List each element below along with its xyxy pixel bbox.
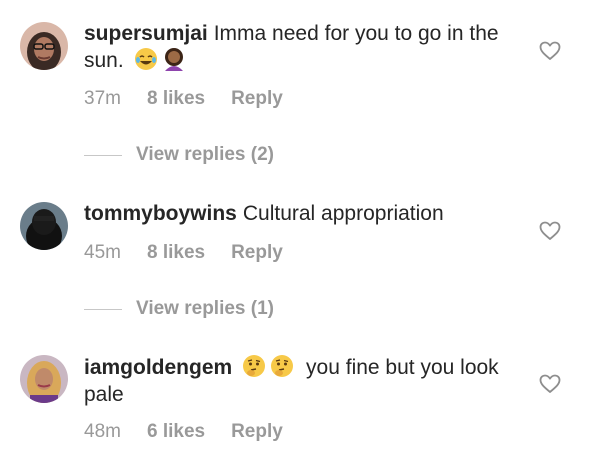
likes-count[interactable]: 6 likes [147,421,205,443]
thinking-face-emoji [270,354,294,378]
woman-gesturing-emoji [162,47,186,71]
likes-count[interactable]: 8 likes [147,88,205,110]
reply-button[interactable]: Reply [231,88,283,110]
comment-text: supersumjai Imma need for you to go in th… [84,20,514,74]
avatar[interactable] [20,202,68,250]
likes-count[interactable]: 8 likes [147,242,205,264]
thinking-face-emoji [242,354,266,378]
view-replies-label: View replies (2) [136,144,274,165]
view-replies-button[interactable]: View replies (1) [84,298,274,320]
timestamp: 48m [84,421,121,442]
heart-icon[interactable] [539,374,561,394]
heart-icon[interactable] [539,41,561,61]
avatar[interactable] [20,22,68,70]
username[interactable]: tommyboywins [84,202,237,225]
view-replies-label: View replies (1) [136,298,274,319]
divider [84,154,122,156]
heart-icon[interactable] [539,221,561,241]
face-with-tears-of-joy-emoji [134,47,158,71]
avatar[interactable] [20,355,68,403]
timestamp: 45m [84,242,121,263]
username[interactable]: iamgoldengem [84,356,232,379]
comment-meta: 45m 8 likes Reply [84,242,283,264]
reply-button[interactable]: Reply [231,242,283,264]
comment-meta: 37m 8 likes Reply [84,88,283,110]
view-replies-button[interactable]: View replies (2) [84,144,274,166]
reply-button[interactable]: Reply [231,421,283,443]
comment-text: tommyboywins Cultural appropriation [84,200,514,227]
username[interactable]: supersumjai [84,22,208,45]
comment-meta: 48m 6 likes Reply [84,421,283,443]
timestamp: 37m [84,88,121,109]
divider [84,308,122,310]
comment-text: iamgoldengem you fine but you look pale [84,354,514,408]
comment-body: Cultural appropriation [242,202,444,225]
